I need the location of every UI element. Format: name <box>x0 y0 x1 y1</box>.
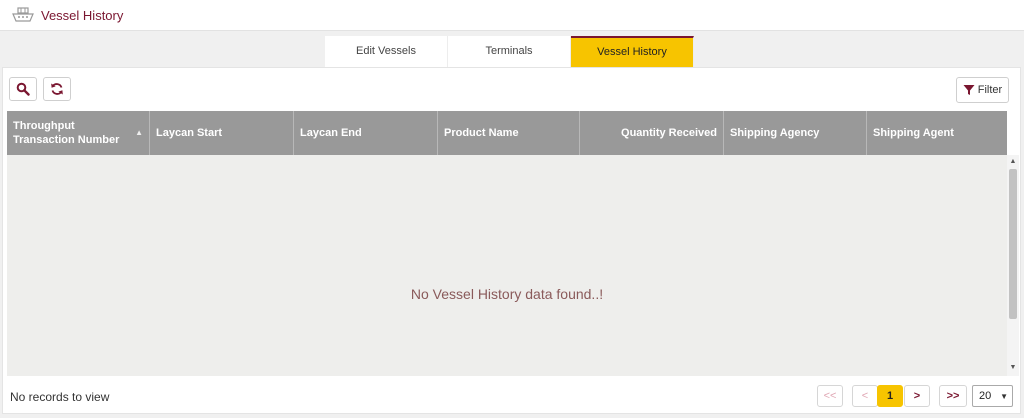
previous-page-button[interactable]: < <box>852 385 878 407</box>
column-label: Throughput Transaction Number <box>13 120 120 146</box>
tab-bar: Edit Vessels Terminals Vessel History <box>325 36 694 67</box>
scroll-up-icon[interactable]: ▲ <box>1007 157 1019 167</box>
filter-label: Filter <box>977 84 1003 96</box>
column-label: Quantity Received <box>621 127 717 139</box>
records-count-text: No records to view <box>10 390 110 404</box>
page-title: Vessel History <box>41 8 124 23</box>
first-page-button[interactable]: << <box>817 385 843 407</box>
tab-edit-vessels[interactable]: Edit Vessels <box>325 36 448 67</box>
refresh-button[interactable] <box>43 77 71 101</box>
page-size-value: 20 <box>979 390 992 402</box>
column-label: Product Name <box>444 127 519 139</box>
page-header: Vessel History <box>0 0 1024 31</box>
column-header-product-name[interactable]: Product Name <box>438 111 580 155</box>
search-button[interactable] <box>9 77 37 101</box>
table-header: Throughput Transaction Number ▲ Laycan St… <box>7 111 1007 155</box>
column-label: Laycan End <box>300 127 362 139</box>
tab-terminals[interactable]: Terminals <box>448 36 571 67</box>
vessel-history-panel: Filter Throughput Transaction Number ▲ La… <box>2 67 1021 414</box>
column-header-laycan-start[interactable]: Laycan Start <box>150 111 294 155</box>
page-size-select[interactable]: 20 ▼ <box>972 385 1013 407</box>
column-header-shipping-agent[interactable]: Shipping Agent <box>867 111 1007 155</box>
current-page-button[interactable]: 1 <box>877 385 903 407</box>
column-label: Shipping Agency <box>730 127 820 139</box>
column-header-quantity-received[interactable]: Quantity Received <box>580 111 724 155</box>
sort-icon: ▲ <box>135 128 143 137</box>
column-header-throughput-number[interactable]: Throughput Transaction Number ▲ <box>7 111 150 155</box>
table-body: No Vessel History data found..! <box>7 155 1007 376</box>
scroll-thumb[interactable] <box>1009 169 1017 319</box>
next-page-button[interactable]: > <box>904 385 930 407</box>
column-label: Shipping Agent <box>873 127 954 139</box>
filter-icon <box>963 85 975 95</box>
column-header-laycan-end[interactable]: Laycan End <box>294 111 438 155</box>
filter-button[interactable]: Filter <box>956 77 1009 103</box>
vertical-scrollbar[interactable]: ▲ ▼ <box>1007 155 1019 376</box>
last-page-button[interactable]: >> <box>939 385 967 407</box>
column-header-shipping-agency[interactable]: Shipping Agency <box>724 111 867 155</box>
empty-state-message: No Vessel History data found..! <box>410 286 604 302</box>
refresh-icon <box>51 83 63 95</box>
table-footer: No records to view << < 1 > >> 20 ▼ <box>7 378 1019 412</box>
chevron-down-icon: ▼ <box>1000 391 1008 401</box>
tab-vessel-history[interactable]: Vessel History <box>571 36 694 67</box>
ship-icon <box>12 7 34 22</box>
scroll-down-icon[interactable]: ▼ <box>1007 363 1019 373</box>
search-icon <box>16 82 30 96</box>
column-label: Laycan Start <box>156 127 223 139</box>
